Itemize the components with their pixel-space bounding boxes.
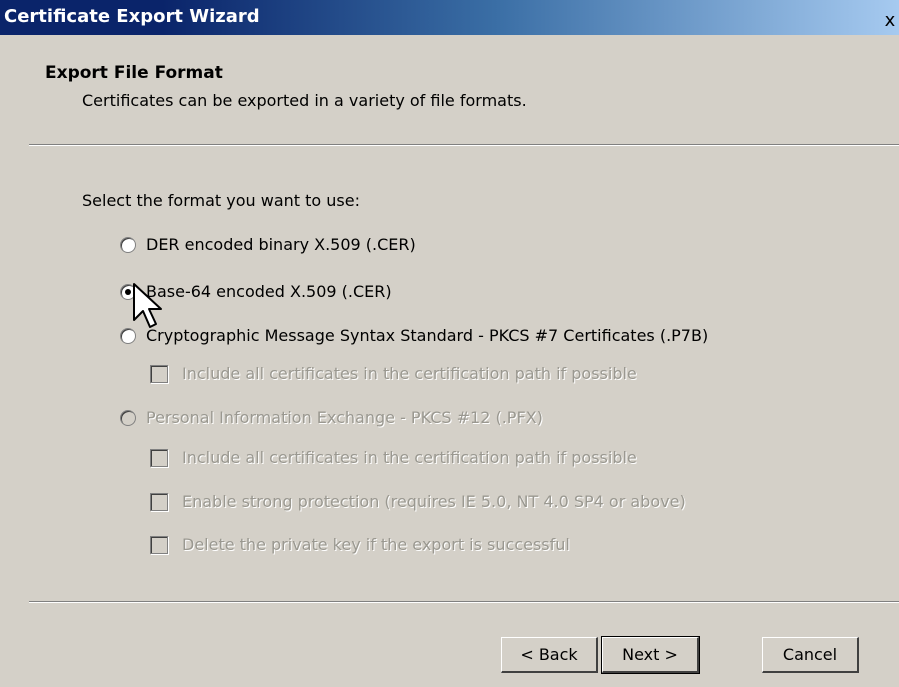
footer-divider xyxy=(29,601,899,603)
format-prompt: Select the format you want to use: xyxy=(82,191,360,210)
checkbox[interactable] xyxy=(150,364,168,383)
radio-pkcs7-format[interactable]: Cryptographic Message Syntax Standard - … xyxy=(120,326,708,345)
checkbox[interactable] xyxy=(150,492,168,511)
cancel-button[interactable]: Cancel xyxy=(762,637,859,673)
radio-der-format[interactable]: DER encoded binary X.509 (.CER) xyxy=(120,235,416,254)
checkbox-label: Include all certificates in the certific… xyxy=(182,448,637,467)
mouse-pointer-icon xyxy=(133,283,162,328)
radio-button[interactable] xyxy=(120,409,136,426)
checkbox-delete-private-key[interactable]: Delete the private key if the export is … xyxy=(150,535,570,554)
radio-button[interactable] xyxy=(120,236,136,253)
radio-label: DER encoded binary X.509 (.CER) xyxy=(146,235,416,254)
checkbox-strong-protection[interactable]: Enable strong protection (requires IE 5.… xyxy=(150,492,686,511)
radio-label: Base-64 encoded X.509 (.CER) xyxy=(146,282,392,301)
radio-label: Personal Information Exchange - PKCS #12… xyxy=(146,408,543,427)
checkbox-label: Include all certificates in the certific… xyxy=(182,364,637,383)
page-title: Export File Format xyxy=(45,63,223,83)
close-icon[interactable]: x xyxy=(881,10,899,32)
header-divider xyxy=(29,144,899,146)
next-button[interactable]: Next > xyxy=(601,636,700,674)
checkbox-label: Enable strong protection (requires IE 5.… xyxy=(182,492,686,511)
checkbox-pkcs7-include-all[interactable]: Include all certificates in the certific… xyxy=(150,364,637,383)
title-bar[interactable]: Certificate Export Wizard x xyxy=(0,0,899,35)
radio-pfx-format[interactable]: Personal Information Exchange - PKCS #12… xyxy=(120,408,543,427)
radio-label: Cryptographic Message Syntax Standard - … xyxy=(146,326,709,345)
checkbox-pfx-include-all[interactable]: Include all certificates in the certific… xyxy=(150,448,637,467)
checkbox[interactable] xyxy=(150,448,168,467)
back-button[interactable]: < Back xyxy=(501,637,598,673)
page-subtitle: Certificates can be exported in a variet… xyxy=(82,91,527,110)
checkbox-label: Delete the private key if the export is … xyxy=(182,535,570,554)
window-title: Certificate Export Wizard xyxy=(4,6,260,27)
checkbox[interactable] xyxy=(150,535,168,554)
